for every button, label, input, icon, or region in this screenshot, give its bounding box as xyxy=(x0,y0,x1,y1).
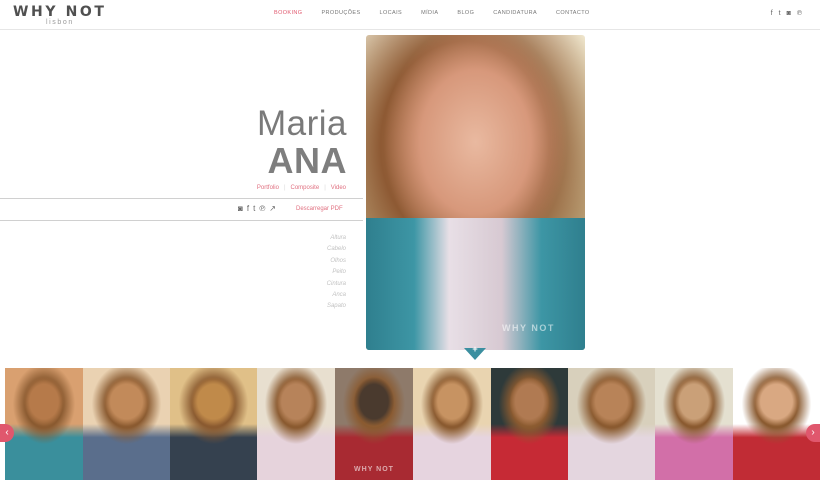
pinterest-icon[interactable]: ℗ xyxy=(259,204,265,214)
nav-candidatura[interactable]: CANDIDATURA xyxy=(493,10,537,16)
pinterest-icon[interactable]: ℗ xyxy=(797,10,802,18)
twitter-icon[interactable]: t xyxy=(253,204,255,214)
carousel-next-button[interactable]: › xyxy=(806,424,820,442)
model-last-name: ANA xyxy=(267,140,347,181)
tab-separator: | xyxy=(324,185,326,191)
facebook-icon[interactable]: f xyxy=(771,10,773,18)
share-icons: ◙ f t ℗ ↗ xyxy=(238,204,280,214)
nav-producoes[interactable]: PRODUÇÕES xyxy=(321,10,360,16)
thumb-7[interactable] xyxy=(491,368,568,480)
logo-tagline: lisbon xyxy=(46,19,74,26)
instagram-icon[interactable]: ◙ xyxy=(238,204,243,214)
nav-booking[interactable]: BOOKING xyxy=(274,10,302,16)
expand-icon[interactable]: + xyxy=(470,344,480,354)
measure-cintura: Cintura xyxy=(326,280,346,287)
thumbnail-strip: WHY NOT xyxy=(0,368,820,480)
thumb-9[interactable] xyxy=(655,368,733,480)
thumb-8[interactable] xyxy=(568,368,655,480)
nav-midia[interactable]: MÍDIA xyxy=(421,10,438,16)
tab-portfolio[interactable]: Portfolio xyxy=(257,185,279,191)
tab-separator: | xyxy=(283,185,286,191)
site-header: WHY NOT lisbon BOOKING PRODUÇÕES LOCAIS … xyxy=(0,0,820,30)
measure-cabelo: Cabelo xyxy=(326,246,346,253)
instagram-icon[interactable]: ◙ xyxy=(787,10,791,18)
thumb-2[interactable] xyxy=(83,368,170,480)
measure-anca: Anca xyxy=(332,291,346,298)
measure-olhos: Olhos xyxy=(330,257,346,264)
nav-locais[interactable]: LOCAIS xyxy=(380,10,403,16)
model-first-name: Maria xyxy=(256,104,347,143)
social-links: f t ◙ ℗ xyxy=(765,10,802,18)
main-nav: BOOKING PRODUÇÕES LOCAIS MÍDIA BLOG CAND… xyxy=(274,10,609,16)
profile-tabs: Portfolio | Composite | Video xyxy=(257,185,346,191)
facebook-icon[interactable]: f xyxy=(247,204,249,214)
nav-contacto[interactable]: CONTACTO xyxy=(556,10,590,16)
divider-bottom xyxy=(0,220,363,221)
thumb-6[interactable] xyxy=(413,368,491,480)
tab-composite[interactable]: Composite xyxy=(291,185,320,191)
main-photo[interactable]: WHY NOT xyxy=(366,35,585,350)
measurements-list: Altura Cabelo Olhos Peito Cintura Anca S… xyxy=(327,235,346,315)
measure-sapato: Sapato xyxy=(326,303,346,310)
tab-video[interactable]: Video xyxy=(331,185,346,191)
photo-watermark: WHY NOT xyxy=(502,323,555,333)
divider-top xyxy=(0,198,363,199)
external-link-icon[interactable]: ↗ xyxy=(269,204,276,214)
thumb-3[interactable] xyxy=(170,368,257,480)
thumb-5[interactable]: WHY NOT xyxy=(335,368,413,480)
nav-blog[interactable]: BLOG xyxy=(457,10,474,16)
logo[interactable]: WHY NOT lisbon xyxy=(13,4,105,28)
logo-text: WHY NOT xyxy=(13,4,107,20)
thumb-watermark: WHY NOT xyxy=(354,466,394,473)
thumb-4[interactable] xyxy=(257,368,335,480)
twitter-icon[interactable]: t xyxy=(779,10,781,18)
thumb-10[interactable] xyxy=(733,368,820,480)
measure-altura: Altura xyxy=(330,235,346,241)
thumb-1[interactable] xyxy=(5,368,83,480)
measure-peito: Peito xyxy=(332,269,346,276)
download-pdf-link[interactable]: Descarregar PDF xyxy=(296,206,343,212)
